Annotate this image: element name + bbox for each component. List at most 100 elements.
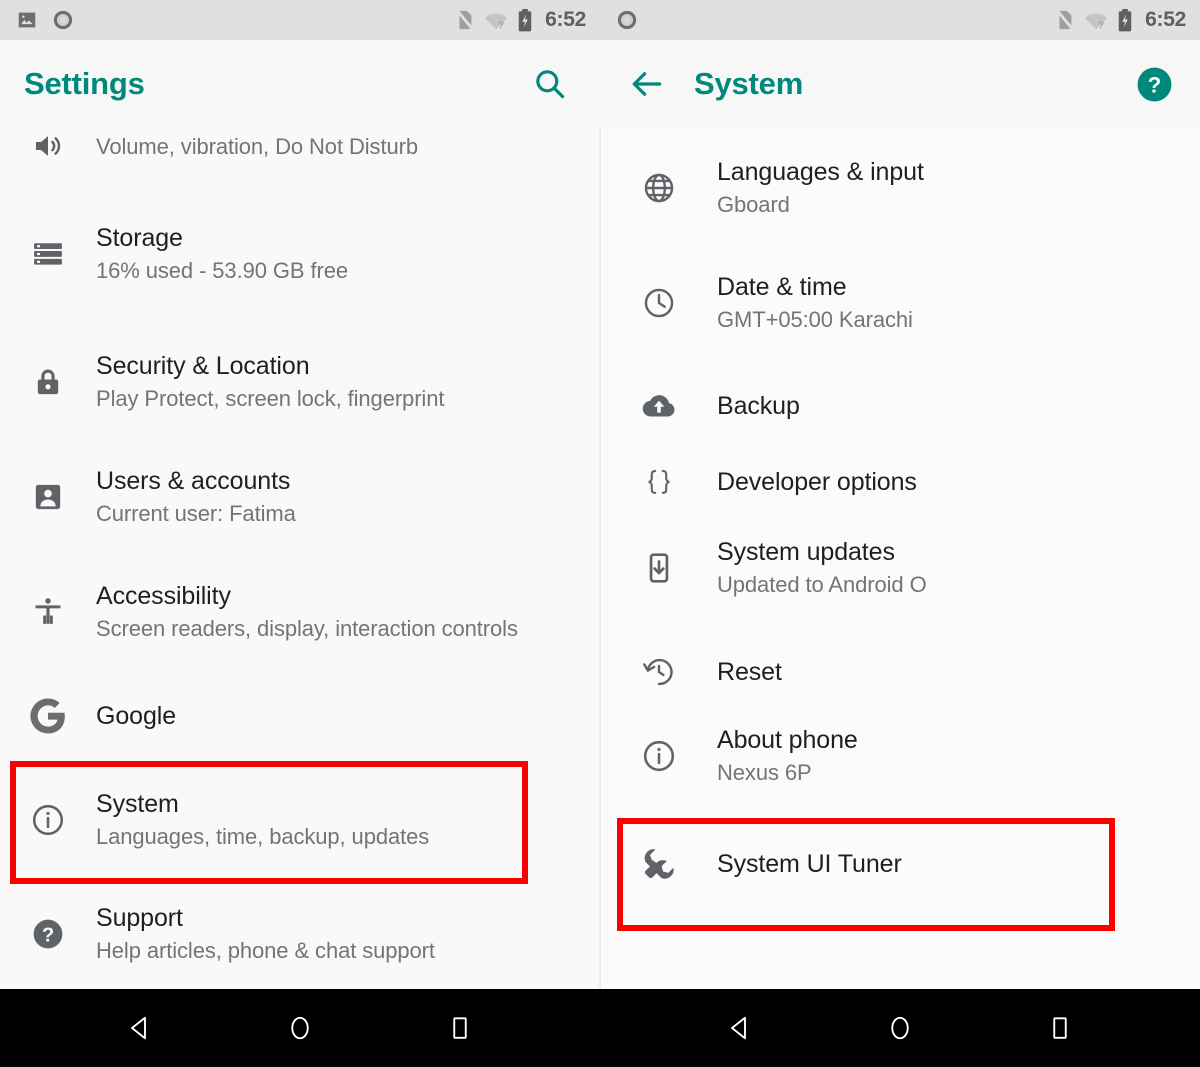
nav-recents-button[interactable] [1025, 989, 1095, 1067]
list-item-title: Google [96, 702, 177, 730]
list-item-sound[interactable]: Volume, vibration, Do Not Disturb [0, 128, 599, 182]
cloud-upload-icon [601, 388, 717, 424]
battery-charging-icon [518, 8, 532, 31]
navigation-bar-left [0, 989, 600, 1067]
list-item-title: Storage [96, 224, 183, 252]
list-item-title: Users & accounts [96, 467, 291, 495]
list-item-title: Date & time [717, 273, 847, 301]
list-item-text: About phone Nexus 6P [717, 724, 858, 788]
recents-square-icon [453, 1017, 467, 1039]
svg-text:?: ? [1148, 72, 1162, 97]
android-settings-screenshot: ? 6:52 ? 6:52 Settings System ? Volume, … [0, 0, 1200, 1067]
status-bar-left: ? 6:52 [0, 0, 600, 40]
record-circle-icon [53, 10, 73, 30]
home-circle-icon [891, 1016, 909, 1040]
phone-update-icon [601, 551, 717, 585]
list-item-subtitle: Help articles, phone & chat support [96, 938, 435, 963]
list-item-title: Backup [717, 392, 800, 420]
nav-back-button[interactable] [105, 989, 175, 1067]
list-item-text: System updates Updated to Android O [717, 536, 927, 600]
list-item-support[interactable]: ? Support Help articles, phone & chat su… [0, 890, 599, 978]
list-item-subtitle: 16% used - 53.90 GB free [96, 258, 348, 283]
wifi-unknown-icon: ? [1085, 13, 1108, 31]
google-icon [0, 695, 96, 737]
list-item-users-accounts[interactable]: Users & accounts Current user: Fatima [0, 453, 599, 541]
list-item-subtitle: Play Protect, screen lock, fingerprint [96, 386, 445, 411]
status-bar-clock-left: 6:52 [545, 8, 586, 31]
back-triangle-icon [731, 1016, 746, 1040]
list-item-title: Security & Location [96, 352, 310, 380]
back-arrow-icon [632, 72, 662, 96]
battery-charging-icon [1118, 8, 1132, 31]
info-icon [601, 738, 717, 774]
info-icon [0, 802, 96, 838]
list-item-text: Backup [717, 390, 800, 422]
list-item-text: Accessibility Screen readers, display, i… [96, 580, 518, 644]
lock-icon [0, 365, 96, 399]
search-button[interactable] [532, 66, 568, 102]
back-button[interactable] [628, 65, 666, 103]
list-item-languages-input[interactable]: Languages & input Gboard [601, 144, 1200, 232]
list-item-developer-options[interactable]: Developer options [601, 446, 1200, 518]
globe-icon [601, 171, 717, 205]
no-sim-icon [455, 9, 475, 31]
list-item-system-ui-tuner[interactable]: System UI Tuner [601, 828, 1200, 900]
settings-app-bar: Settings [0, 40, 600, 128]
nav-home-button[interactable] [265, 989, 335, 1067]
accessibility-icon [0, 595, 96, 629]
wrench-icon [601, 844, 717, 884]
list-item-about-phone[interactable]: About phone Nexus 6P [601, 712, 1200, 800]
list-item-title: System [96, 790, 179, 818]
list-item-subtitle: GMT+05:00 Karachi [717, 307, 913, 332]
settings-list[interactable]: Volume, vibration, Do Not Disturb Storag… [0, 128, 599, 989]
navigation-bar-right [600, 989, 1200, 1067]
list-item-text: Users & accounts Current user: Fatima [96, 465, 296, 529]
account-icon [0, 480, 96, 514]
help-icon: ? [1137, 67, 1172, 101]
page-title-system: System [694, 66, 804, 101]
list-item-system-updates[interactable]: System updates Updated to Android O [601, 524, 1200, 612]
list-item-system[interactable]: System Languages, time, backup, updates [0, 776, 599, 864]
svg-text:?: ? [498, 20, 504, 31]
list-item-security-location[interactable]: Security & Location Play Protect, screen… [0, 338, 599, 426]
list-item-text: Developer options [717, 466, 917, 498]
wifi-unknown-icon: ? [485, 13, 508, 31]
list-item-title: Developer options [717, 468, 917, 496]
android-navigation-bar [0, 989, 1200, 1067]
list-item-title: Languages & input [717, 158, 924, 186]
list-item-google[interactable]: Google [0, 680, 599, 752]
nav-home-button[interactable] [865, 989, 935, 1067]
list-item-text: Google [96, 700, 176, 732]
system-list[interactable]: Languages & input Gboard Date & time GMT… [601, 128, 1200, 989]
list-item-subtitle: Nexus 6P [717, 760, 812, 785]
svg-text:?: ? [42, 925, 54, 947]
list-item-text: Support Help articles, phone & chat supp… [96, 902, 435, 966]
help-circle-icon: ? [0, 916, 96, 952]
nav-recents-button[interactable] [425, 989, 495, 1067]
list-item-text: Storage 16% used - 53.90 GB free [96, 222, 348, 286]
back-triangle-icon [131, 1016, 146, 1040]
list-item-text: Date & time GMT+05:00 Karachi [717, 271, 913, 335]
list-item-accessibility[interactable]: Accessibility Screen readers, display, i… [0, 568, 599, 656]
list-item-text: Volume, vibration, Do Not Disturb [96, 130, 418, 162]
page-title-settings: Settings [24, 66, 145, 101]
list-item-text: Reset [717, 656, 782, 688]
list-item-reset[interactable]: Reset [601, 636, 1200, 708]
list-item-backup[interactable]: Backup [601, 370, 1200, 442]
list-item-title: Support [96, 904, 183, 932]
volume-icon [0, 129, 96, 163]
system-app-bar: System ? [600, 40, 1200, 128]
list-item-subtitle: Volume, vibration, Do Not Disturb [96, 134, 418, 159]
list-item-date-time[interactable]: Date & time GMT+05:00 Karachi [601, 259, 1200, 347]
help-button[interactable]: ? [1136, 66, 1173, 103]
storage-icon [0, 237, 96, 271]
nav-back-button[interactable] [705, 989, 775, 1067]
list-item-title: System UI Tuner [717, 850, 902, 878]
list-item-title: Reset [717, 658, 782, 686]
status-bar-right-system-icons: ? 6:52 [1055, 8, 1200, 32]
status-bar-left-notification-icons [0, 9, 74, 31]
list-item-storage[interactable]: Storage 16% used - 53.90 GB free [0, 210, 599, 298]
list-item-subtitle: Languages, time, backup, updates [96, 824, 430, 849]
record-circle-icon [617, 10, 637, 30]
list-item-subtitle: Screen readers, display, interaction con… [96, 616, 518, 641]
